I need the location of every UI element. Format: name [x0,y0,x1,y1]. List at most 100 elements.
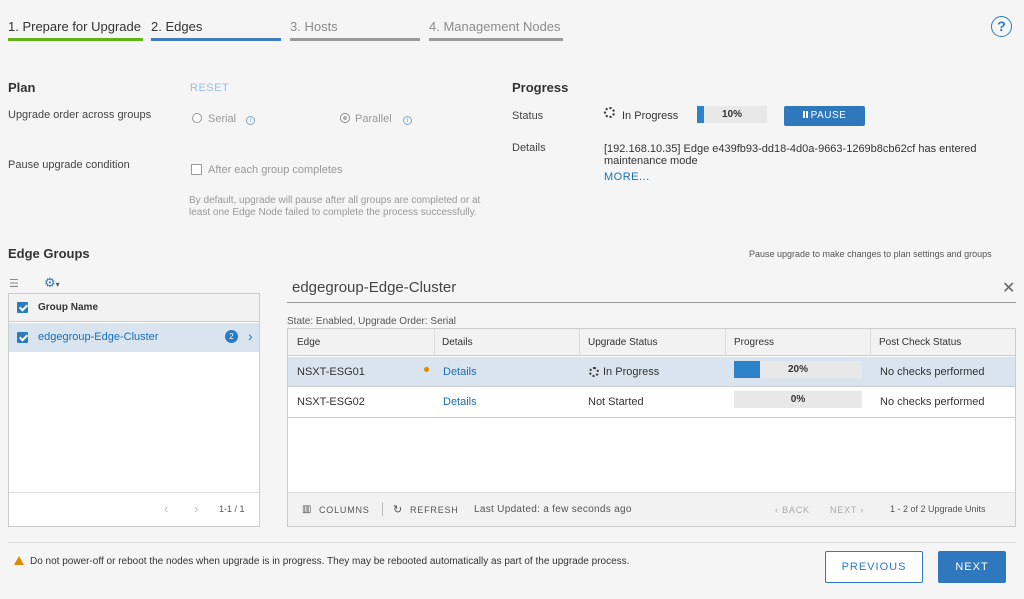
next-button[interactable]: NEXT [938,551,1006,583]
status-label: Status [512,110,544,122]
serial-radio[interactable] [192,113,202,126]
back-button[interactable]: ‹ BACK [775,505,810,515]
step-prepare[interactable]: 1. Prepare for Upgrade [8,0,143,42]
step-bar [151,38,281,41]
filter-list-icon[interactable]: ☰ [9,277,19,290]
column-separator [725,329,726,356]
upgrade-status: Not Started [588,396,644,408]
warning-icon [14,556,24,565]
upgrade-status: In Progress [603,366,660,378]
row-progress-bar: 0% [734,391,862,408]
column-separator [870,329,871,356]
step-label: 2. Edges [151,19,203,34]
details-link[interactable]: Details [443,396,477,408]
previous-button[interactable]: PREVIOUS [825,551,923,583]
detail-title: edgegroup-Edge-Cluster [292,279,457,296]
gear-icon[interactable]: ⚙▾ [44,275,60,291]
page-next-icon[interactable]: › [194,501,198,516]
status-value: In Progress [622,110,679,122]
step-bar [290,38,420,41]
close-icon[interactable]: ✕ [1002,278,1015,298]
upgrade-order-label: Upgrade order across groups [8,109,152,121]
groups-table-header: Group Name [9,294,259,322]
table-row[interactable]: NSXT-ESG01 Details In Progress 20% No ch… [288,357,1015,387]
reset-link[interactable]: RESET [190,82,229,94]
pause-button-label: PAUSE [810,110,847,121]
select-all-checkbox[interactable] [17,302,28,313]
group-name[interactable]: edgegroup-Edge-Cluster [38,331,158,343]
plan-title: Plan [8,80,36,95]
radio-icon [340,113,350,123]
columns-icon[interactable]: ▥ [302,504,311,515]
warning-dot-icon [424,367,429,372]
post-check-status: No checks performed [880,396,985,408]
radio-icon [192,113,202,123]
divider [9,492,259,493]
refresh-icon[interactable]: ↻ [393,503,402,516]
chevron-right-icon[interactable]: › [248,328,253,344]
units-count: 1 - 2 of 2 Upgrade Units [890,504,986,514]
table-footer: ▥ COLUMNS ↻ REFRESH Last Updated: a few … [288,493,1015,526]
group-name-header: Group Name [38,302,99,313]
divider [8,542,1016,543]
details-text: [192.168.10.35] Edge e439fb93-dd18-4d0a-… [604,143,977,167]
table-row[interactable]: NSXT-ESG02 Details Not Started 0% No che… [288,388,1015,418]
divider [287,302,1016,303]
step-edges[interactable]: 2. Edges [151,0,281,42]
pause-note: By default, upgrade will pause after all… [189,195,481,218]
group-checkbox[interactable] [17,332,28,343]
edge-name: NSXT-ESG01 [297,366,365,378]
parallel-radio[interactable] [340,113,350,126]
edge-groups-title: Edge Groups [8,246,90,261]
next-label: NEXT [830,505,858,515]
upgrade-progress-bar: 10% [697,106,767,123]
step-label: 1. Prepare for Upgrade [8,19,141,34]
column-separator [579,329,580,356]
group-row[interactable]: edgegroup-Edge-Cluster 2 › [9,323,259,352]
groups-pager: 1-1 / 1 [219,504,245,514]
step-label: 3. Hosts [290,19,338,34]
column-header: Upgrade Status [588,337,658,348]
details-link[interactable]: Details [443,366,477,378]
pause-button[interactable]: PAUSE [784,106,865,126]
post-check-status: No checks performed [880,366,985,378]
edge-name: NSXT-ESG02 [297,396,365,408]
step-hosts[interactable]: 3. Hosts [290,0,420,42]
step-label: 4. Management Nodes [429,19,561,34]
spinner-icon [589,366,599,378]
columns-button[interactable]: COLUMNS [319,505,370,515]
pause-condition-label: Pause upgrade condition [8,159,130,171]
step-management-nodes[interactable]: 4. Management Nodes [429,0,563,42]
progress-title: Progress [512,80,569,95]
page-prev-icon[interactable]: ‹ [164,501,168,516]
refresh-button[interactable]: REFRESH [410,505,459,515]
more-link[interactable]: MORE... [604,171,650,183]
serial-info-icon[interactable]: i [246,113,255,125]
progress-text: 0% [790,394,806,405]
row-progress-bar: 20% [734,361,862,378]
group-count-badge: 2 [225,330,238,343]
divider [382,502,383,516]
column-separator [434,329,435,356]
parallel-info-icon[interactable]: i [403,113,412,125]
back-label: BACK [782,505,810,515]
column-header: Post Check Status [879,337,962,348]
groups-panel: Group Name edgegroup-Edge-Cluster 2 › ‹ … [8,293,260,527]
column-header: Edge [297,337,321,348]
footer-warning: Do not power-off or reboot the nodes whe… [30,556,630,567]
next-page-button[interactable]: NEXT › [830,505,864,515]
last-updated: Last Updated: a few seconds ago [474,504,632,515]
help-icon[interactable]: ? [991,16,1012,37]
edge-table-header: Edge Details Upgrade Status Progress Pos… [288,329,1015,356]
pause-icon-bar [805,111,808,118]
step-bar [429,38,563,41]
detail-state: State: Enabled, Upgrade Order: Serial [287,316,456,327]
column-header: Details [442,337,473,348]
checkbox-icon [191,164,202,175]
details-label: Details [512,142,546,154]
pause-option-label: After each group completes [208,164,343,176]
pause-hint: Pause upgrade to make changes to plan se… [749,249,992,259]
progress-text: 20% [787,364,808,375]
progress-text: 10% [721,109,742,120]
pause-checkbox[interactable] [191,164,202,178]
